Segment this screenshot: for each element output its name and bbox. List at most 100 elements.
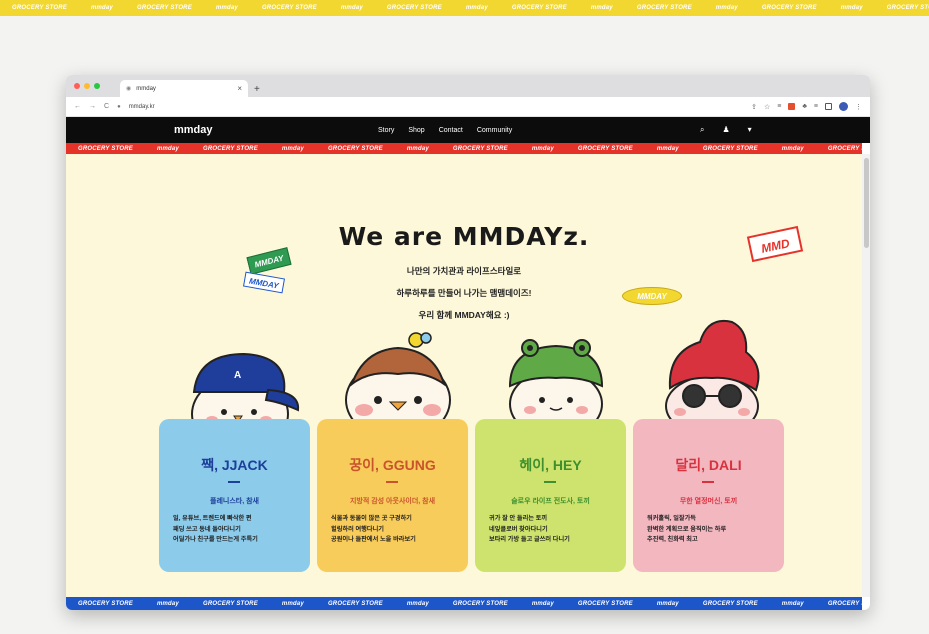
marquee-text: GROCERY STORE (761, 5, 817, 11)
menu-item-community[interactable]: Community (477, 127, 512, 134)
card-name: 짹, JJACK (201, 457, 268, 473)
marquee-text: GROCERY STORE (577, 600, 633, 607)
site-navigation: mmday Story Shop Contact Community ⌕ ♟ ▾ (66, 117, 870, 143)
character-card-ggung[interactable]: 꿍이, GGUNG 지방적 감성 아웃사이더, 참새 식물과 동물이 많은 곳 … (317, 419, 468, 572)
character-card-jjack[interactable]: 짹, JJACK 플레니스타, 참새 일, 유튜브, 트렌드에 빠삭한 편 패딩… (159, 419, 310, 572)
share-icon[interactable]: ⇪ (751, 103, 757, 111)
intro-line-2: 하루하루를 만들어 나가는 맴맴데이즈! (396, 288, 532, 298)
marquee-text: GROCERY STORE (136, 5, 192, 11)
marquee-text: GROCERY STORE (827, 600, 862, 607)
marquee-text: mmday (340, 5, 363, 11)
url-field[interactable]: mmday.kr (129, 104, 743, 110)
top-marquee-band: GROCERY STORE mmday GROCERY STORE mmday GROC… (0, 0, 929, 16)
extension-red-icon[interactable] (788, 103, 796, 110)
puzzle-icon[interactable]: ♣ (802, 103, 807, 110)
marquee-text: mmday (656, 600, 679, 607)
card-name: 달리, DALI (675, 457, 742, 473)
card-role: 지방적 감성 아웃사이더, 참새 (349, 498, 436, 505)
new-tab-button[interactable]: + (254, 84, 260, 95)
marquee-text: mmday (406, 600, 429, 607)
menu-item-shop[interactable]: Shop (408, 127, 424, 134)
card-trait: 완벽한 계획으로 움직이는 하루 (647, 525, 727, 533)
card-divider (228, 481, 240, 483)
lock-icon: ● (117, 103, 121, 110)
marquee-text: GROCERY STORE (452, 600, 508, 607)
marquee-text: GROCERY STORE (636, 5, 692, 11)
card-traits: 워커홀릭, 일잘가득 완벽한 계획으로 움직이는 하루 추진력, 친화력 최고 (647, 514, 778, 546)
browser-tab[interactable]: ◉ mmday × (120, 80, 248, 97)
main-menu: Story Shop Contact Community (378, 127, 512, 134)
card-traits: 일, 유튜브, 트렌드에 빠삭한 편 패딩 쓰고 동네 돌아다니기 어딜가나 친… (173, 514, 304, 546)
menu-icon[interactable]: ⋮ (855, 103, 862, 111)
scrollbar-thumb[interactable] (864, 158, 869, 248)
marquee-text: GROCERY STORE (261, 5, 317, 11)
hero-title: We are MMDAYz. (338, 222, 590, 251)
cart-icon[interactable]: ▾ (748, 125, 752, 135)
marquee-text: GROCERY STORE (78, 145, 133, 152)
nav-icons: ⌕ ♟ ▾ (700, 125, 752, 135)
card-trait: 힐링하러 여행다니기 (331, 525, 384, 533)
reload-icon[interactable]: C (104, 103, 109, 110)
profile-icon[interactable] (839, 102, 848, 111)
minimize-window-button[interactable] (84, 83, 90, 89)
marquee-text: mmday (531, 145, 554, 152)
menu-item-story[interactable]: Story (378, 127, 394, 134)
tab-bar: ◉ mmday × + (66, 75, 870, 97)
marquee-text: mmday (656, 145, 679, 152)
back-icon[interactable]: ← (74, 103, 81, 110)
sidebar-icon[interactable] (825, 103, 832, 110)
reading-list-icon[interactable]: ≡ (814, 103, 818, 110)
marquee-text: mmday (215, 5, 238, 11)
marquee-text: GROCERY STORE (386, 5, 442, 11)
card-role: 무한 열정머신, 토끼 (679, 498, 738, 505)
card-trait: 보타리 가방 들고 글쓰러 다니기 (489, 536, 570, 543)
marquee-text: mmday (156, 600, 179, 607)
character-card-dali[interactable]: 달리, DALI 무한 열정머신, 토끼 워커홀릭, 일잘가득 완벽한 계획으로… (633, 419, 784, 572)
tab-close-button[interactable]: × (237, 84, 242, 93)
card-trait: 패딩 쓰고 동네 돌아다니기 (173, 525, 241, 533)
card-trait: 어딜가나 친구를 만드는게 주특기 (173, 536, 258, 543)
marquee-text: GROCERY STORE (452, 145, 508, 152)
forward-icon[interactable]: → (89, 103, 96, 110)
red-marquee-band: GROCERY STORE mmday GROCERY STORE mmday GROC… (66, 143, 862, 154)
marquee-text: GROCERY STORE (511, 5, 567, 11)
character-card-hey[interactable]: 헤이, HEY 슬로우 라이프 전도사, 토끼 귀가 잘 안 들리는 토끼 네잎… (475, 419, 626, 572)
marquee-text: mmday (840, 5, 863, 11)
card-divider (702, 481, 714, 483)
marquee-text: mmday (281, 145, 304, 152)
card-trait: 추진력, 친화력 최고 (647, 536, 698, 543)
marquee-text: GROCERY STORE (886, 5, 929, 11)
card-divider (544, 481, 556, 483)
sticker-mmday-yellow: MMDAY (622, 287, 682, 305)
marquee-text: mmday (156, 145, 179, 152)
marquee-text: GROCERY STORE (12, 5, 67, 11)
marquee-text: mmday (590, 5, 613, 11)
card-traits: 식물과 동물이 많은 곳 구경하기 힐링하러 여행다니기 공원이나 들판에서 노… (331, 514, 462, 546)
address-bar: ← → C ● mmday.kr ⇪ ☆ ≡ ♣ ≡ ⋮ (66, 97, 870, 117)
blue-marquee-band: GROCERY STORE mmday GROCERY STORE mmday GROC… (66, 597, 862, 610)
marquee-text: GROCERY STORE (327, 600, 383, 607)
card-divider (386, 481, 398, 483)
extension-icon[interactable]: ≡ (777, 103, 781, 110)
svg-text:A: A (234, 370, 241, 381)
marquee-text: GROCERY STORE (327, 145, 383, 152)
marquee-text: mmday (281, 600, 304, 607)
marquee-text: mmday (781, 145, 804, 152)
marquee-text: mmday (781, 600, 804, 607)
card-trait: 네잎클로버 찾아다니기 (489, 525, 548, 533)
browser-window: ◉ mmday × + ← → C ● mmday.kr ⇪ ☆ ≡ ♣ ≡ ⋮… (66, 75, 870, 610)
main-content: We are MMDAYz. 나만의 가치관과 라이프스타일로 하루하루를 만들… (66, 154, 862, 597)
brand-logo[interactable]: mmday (174, 124, 213, 136)
search-icon[interactable]: ⌕ (700, 125, 704, 135)
card-trait: 귀가 잘 안 들리는 토끼 (489, 515, 548, 522)
window-controls (74, 83, 100, 89)
marquee-text: GROCERY STORE (702, 145, 758, 152)
close-window-button[interactable] (74, 83, 80, 89)
maximize-window-button[interactable] (94, 83, 100, 89)
card-trait: 공원이나 들판에서 노을 바라보기 (331, 536, 416, 543)
card-name: 헤이, HEY (519, 457, 582, 473)
user-icon[interactable]: ♟ (722, 125, 729, 135)
menu-item-contact[interactable]: Contact (439, 127, 463, 134)
marquee-text: GROCERY STORE (577, 145, 633, 152)
bookmark-icon[interactable]: ☆ (764, 103, 770, 111)
